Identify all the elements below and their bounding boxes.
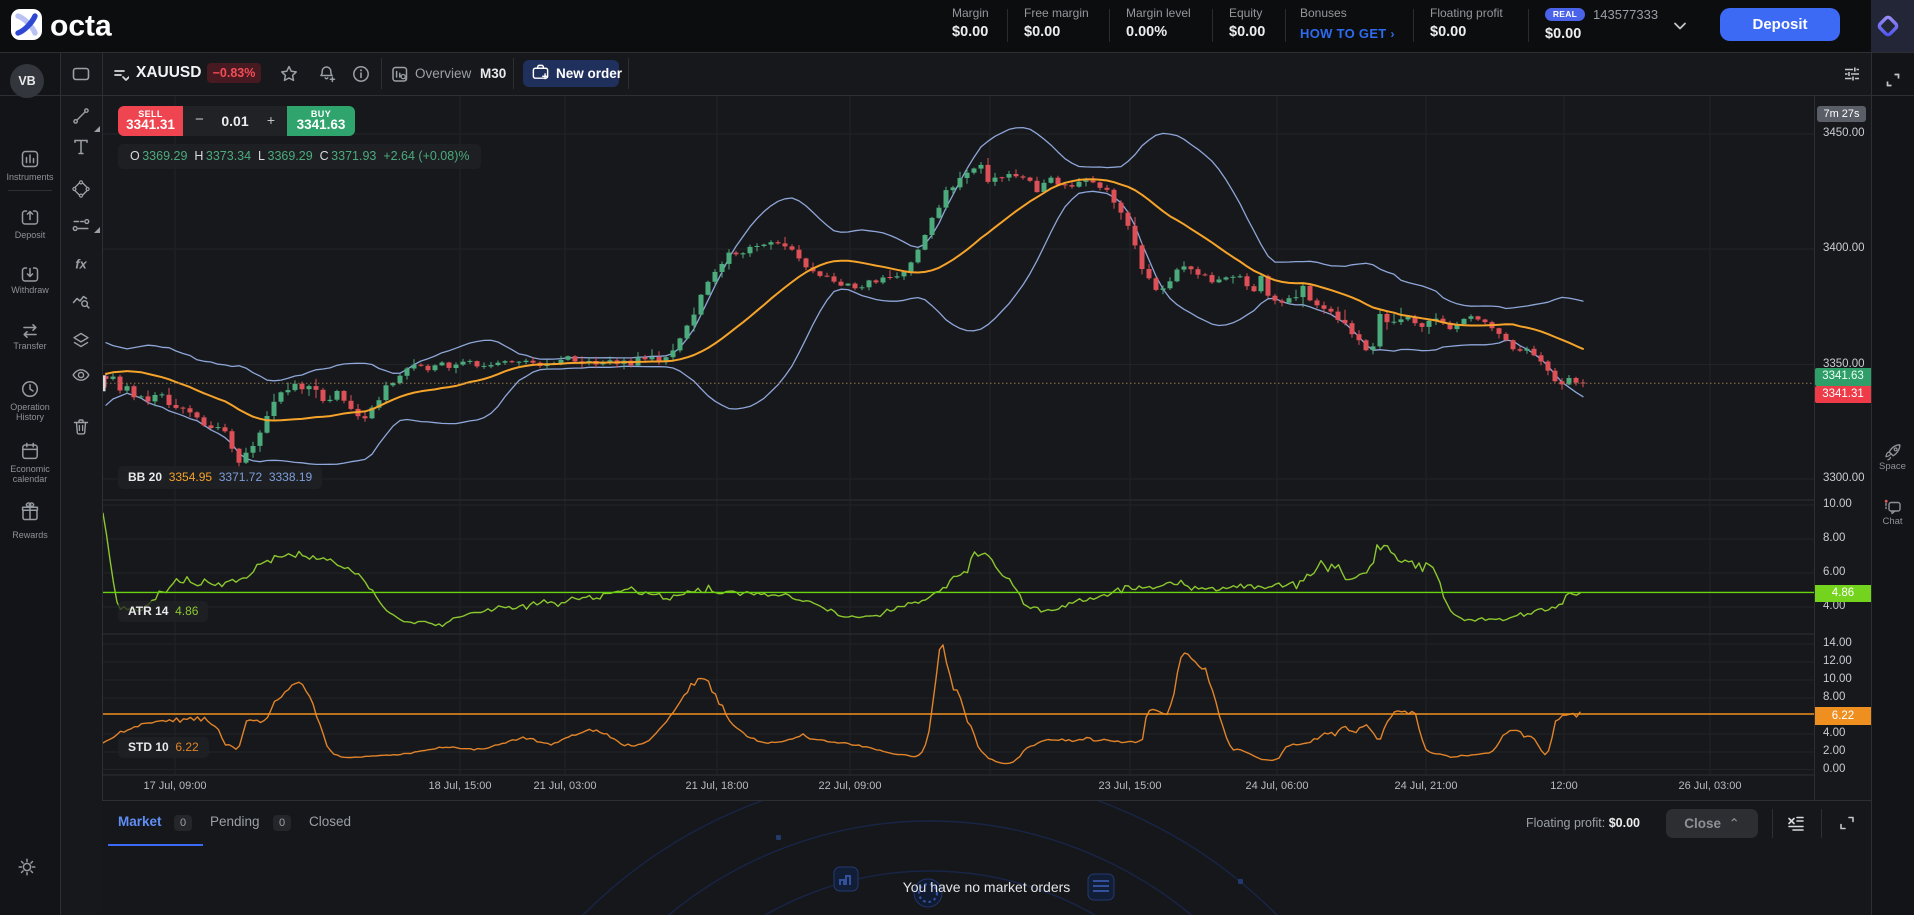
svg-text:fx: fx <box>75 257 87 272</box>
svg-text:octa: octa <box>50 10 112 43</box>
